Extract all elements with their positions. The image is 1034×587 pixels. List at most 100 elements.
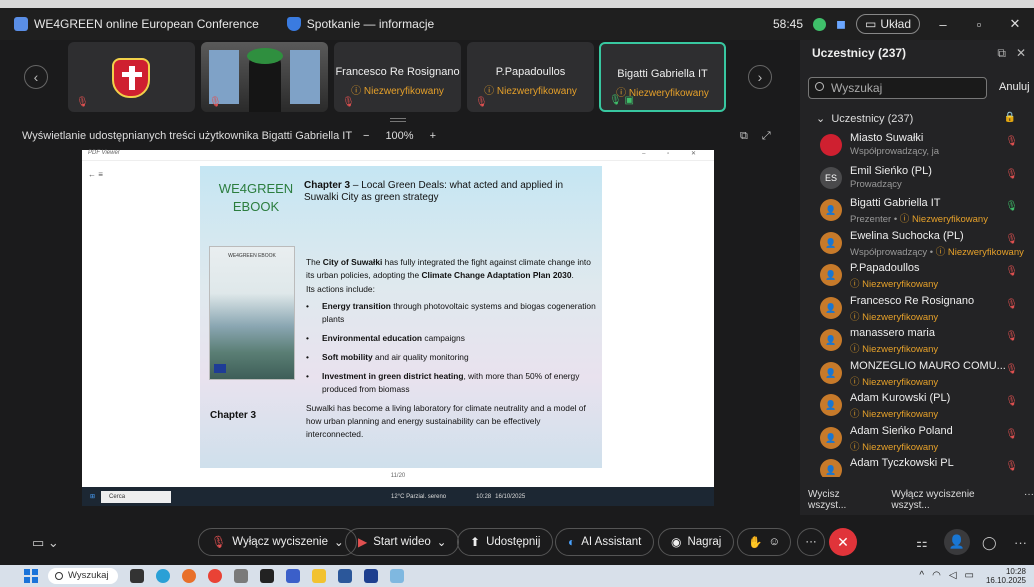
- mic-muted-icon[interactable]: 🎙: [1005, 396, 1018, 407]
- shared-search: Cerca: [101, 490, 172, 503]
- unmute-all-button[interactable]: Wyłącz wyciszenie wszyst...: [891, 489, 1010, 511]
- people-icon[interactable]: ◼: [836, 17, 846, 31]
- share-button[interactable]: ⬆ Udostępnij: [457, 528, 554, 556]
- avatar: 👤: [820, 459, 842, 477]
- task-view-icon[interactable]: [130, 569, 144, 583]
- list-item[interactable]: 👤 P.Papadoullos ⓘ Niezweryfikowany 🎙: [800, 260, 1034, 293]
- list-item[interactable]: 👤 Ewelina Suchocka (PL) Współprowadzący …: [800, 228, 1034, 261]
- participants-group-toggle[interactable]: ⌄ Uczestnicy (237): [816, 112, 913, 125]
- more-controls-button[interactable]: ···: [797, 528, 825, 556]
- drag-handle[interactable]: [390, 118, 406, 122]
- mic-muted-icon[interactable]: 🎙: [1005, 234, 1018, 245]
- fullscreen-icon[interactable]: ⤢: [762, 130, 771, 143]
- list-item[interactable]: 👤 Adam Tyczkowski PL 🎙: [800, 455, 1034, 477]
- taskbar-clock[interactable]: 10:28 16.10.2025: [986, 567, 1026, 585]
- thumbnail-name: Bigatti Gabriella IT: [617, 68, 708, 80]
- participant-name: Adam Sieńko Poland: [850, 424, 953, 437]
- taskbar-search[interactable]: Wyszukaj: [48, 568, 118, 584]
- unmute-button[interactable]: 🎙 Wyłącz wyciszenie ⌄: [198, 528, 357, 556]
- popout-icon[interactable]: ⧉: [997, 46, 1006, 61]
- reactions-button[interactable]: ✋ ☺: [737, 528, 792, 556]
- zoom-out-button[interactable]: −: [363, 130, 369, 142]
- chrome-icon[interactable]: [208, 569, 222, 583]
- mic-muted-icon[interactable]: 🎙: [1005, 364, 1018, 375]
- apps-icon[interactable]: ⚏: [916, 535, 928, 551]
- panel-actions: ⧉ ✕: [997, 46, 1026, 61]
- close-button[interactable]: ✕: [1002, 16, 1028, 32]
- captions-icon[interactable]: ▭ ⌄: [32, 535, 59, 551]
- app-icon[interactable]: [390, 569, 404, 583]
- participants-list: Miasto Suwałki Współprowadzący, ja 🎙 ES …: [800, 130, 1034, 477]
- app-icon[interactable]: [286, 569, 300, 583]
- leave-meeting-button[interactable]: ✕: [829, 528, 857, 556]
- slide-bullets: Energy transition through photovoltaic s…: [306, 300, 596, 396]
- word-icon[interactable]: [338, 569, 352, 583]
- chat-icon[interactable]: ◯: [982, 535, 997, 551]
- prev-thumbnails-button[interactable]: ‹: [24, 65, 48, 89]
- thumbnail-participant[interactable]: P.Papadoullos ⓘ Niezweryfikowany 🎙: [467, 42, 594, 112]
- mic-muted-icon: 🎙: [76, 97, 89, 108]
- thumbnail-presenter[interactable]: Bigatti Gabriella IT ⓘ Niezweryfikowany …: [599, 42, 726, 112]
- shared-date: 16/10/2025: [495, 493, 526, 500]
- next-thumbnails-button[interactable]: ›: [748, 65, 772, 89]
- minimize-button[interactable]: –: [930, 17, 956, 32]
- list-item[interactable]: 👤 Adam Sieńko Poland ⓘ Niezweryfikowany …: [800, 423, 1034, 456]
- shared-app-title: PDF Viewer: [88, 150, 120, 156]
- file-explorer-icon[interactable]: [312, 569, 326, 583]
- webex-icon[interactable]: [364, 569, 378, 583]
- popout-icon[interactable]: ⧉: [740, 130, 748, 143]
- shield-check-icon: [813, 17, 826, 31]
- mic-muted-icon[interactable]: 🎙: [1005, 331, 1018, 342]
- avatar: 👤: [820, 426, 842, 449]
- list-item: Soft mobility and air quality monitoring: [306, 351, 596, 364]
- close-icon[interactable]: ✕: [1016, 46, 1026, 61]
- list-item[interactable]: ES Emil Sieńko (PL) Prowadzący 🎙: [800, 163, 1034, 196]
- page-indicator: 11/20: [390, 473, 406, 479]
- tab-meeting-info-label: Spotkanie — informacje: [306, 17, 435, 31]
- meeting-controls: ▭ ⌄ 🎙 Wyłącz wyciszenie ⌄ ▶ Start wideo …: [0, 515, 1034, 565]
- terminal-icon[interactable]: [260, 569, 274, 583]
- mic-muted-icon[interactable]: 🎙: [1005, 461, 1018, 472]
- tab-conference-label: WE4GREEN online European Conference: [34, 17, 259, 31]
- mic-muted-icon[interactable]: 🎙: [1005, 299, 1018, 310]
- list-item[interactable]: 👤 Adam Kurowski (PL) ⓘ Niezweryfikowany …: [800, 390, 1034, 423]
- layout-button[interactable]: ▭ Układ: [855, 14, 920, 34]
- calculator-icon[interactable]: [234, 569, 248, 583]
- edge-icon[interactable]: [156, 569, 170, 583]
- windows-start-icon[interactable]: [24, 569, 38, 583]
- tab-meeting-info[interactable]: Spotkanie — informacje: [273, 8, 448, 40]
- start-video-button[interactable]: ▶ Start wideo ⌄: [345, 528, 460, 556]
- more-options-button[interactable]: ···: [1024, 489, 1034, 511]
- list-item[interactable]: 👤 manassero maria ⓘ Niezweryfikowany 🎙: [800, 325, 1034, 358]
- ai-assistant-button[interactable]: ◐ AI Assistant: [555, 528, 655, 556]
- tab-conference[interactable]: WE4GREEN online European Conference: [0, 8, 273, 40]
- mic-muted-icon[interactable]: 🎙: [1005, 136, 1018, 147]
- system-tray-icons[interactable]: ^ ◠ ◁ ▭: [919, 570, 974, 581]
- firefox-icon[interactable]: [182, 569, 196, 583]
- cancel-button[interactable]: Anuluj: [999, 81, 1030, 93]
- lock-icon[interactable]: 🔒: [1004, 112, 1016, 123]
- list-item[interactable]: 👤 Francesco Re Rosignano ⓘ Niezweryfikow…: [800, 293, 1034, 326]
- mute-all-button[interactable]: Wycisz wszyst...: [808, 489, 877, 511]
- mic-muted-icon[interactable]: 🎙: [1005, 169, 1018, 180]
- thumbnail-camera[interactable]: 🎙: [201, 42, 328, 112]
- list-item[interactable]: 👤 Bigatti Gabriella IT Prezenter • ⓘ Nie…: [800, 195, 1034, 228]
- thumbnail-crest[interactable]: 🎙: [68, 42, 195, 112]
- zoom-in-button[interactable]: +: [430, 130, 436, 142]
- record-button[interactable]: ◉ Nagraj: [658, 528, 735, 556]
- thumbnail-participant[interactable]: Francesco Re Rosignano ⓘ Niezweryfikowan…: [334, 42, 461, 112]
- search-input[interactable]: Wyszukaj: [808, 77, 987, 99]
- more-icon[interactable]: ···: [1014, 535, 1027, 550]
- mic-muted-icon: 🎙: [342, 97, 355, 108]
- share-banner: Wyświetlanie udostępnianych treści użytk…: [22, 130, 353, 142]
- maximize-button[interactable]: ▫: [966, 17, 992, 32]
- search-placeholder: Wyszukaj: [831, 81, 883, 95]
- mic-muted-icon[interactable]: 🎙: [1005, 429, 1018, 440]
- slide-closing: Suwalki has become a living laboratory f…: [306, 403, 586, 439]
- list-item[interactable]: Miasto Suwałki Współprowadzący, ja 🎙: [800, 130, 1034, 163]
- mic-muted-icon[interactable]: 🎙: [1005, 266, 1018, 277]
- list-item[interactable]: 👤 MONZEGLIO MAURO COMU... ⓘ Niezweryfiko…: [800, 358, 1034, 391]
- thumbnail-name: Francesco Re Rosignano: [335, 66, 460, 78]
- mic-on-icon[interactable]: 🎙: [1005, 201, 1018, 212]
- participants-icon[interactable]: 👤: [944, 529, 970, 555]
